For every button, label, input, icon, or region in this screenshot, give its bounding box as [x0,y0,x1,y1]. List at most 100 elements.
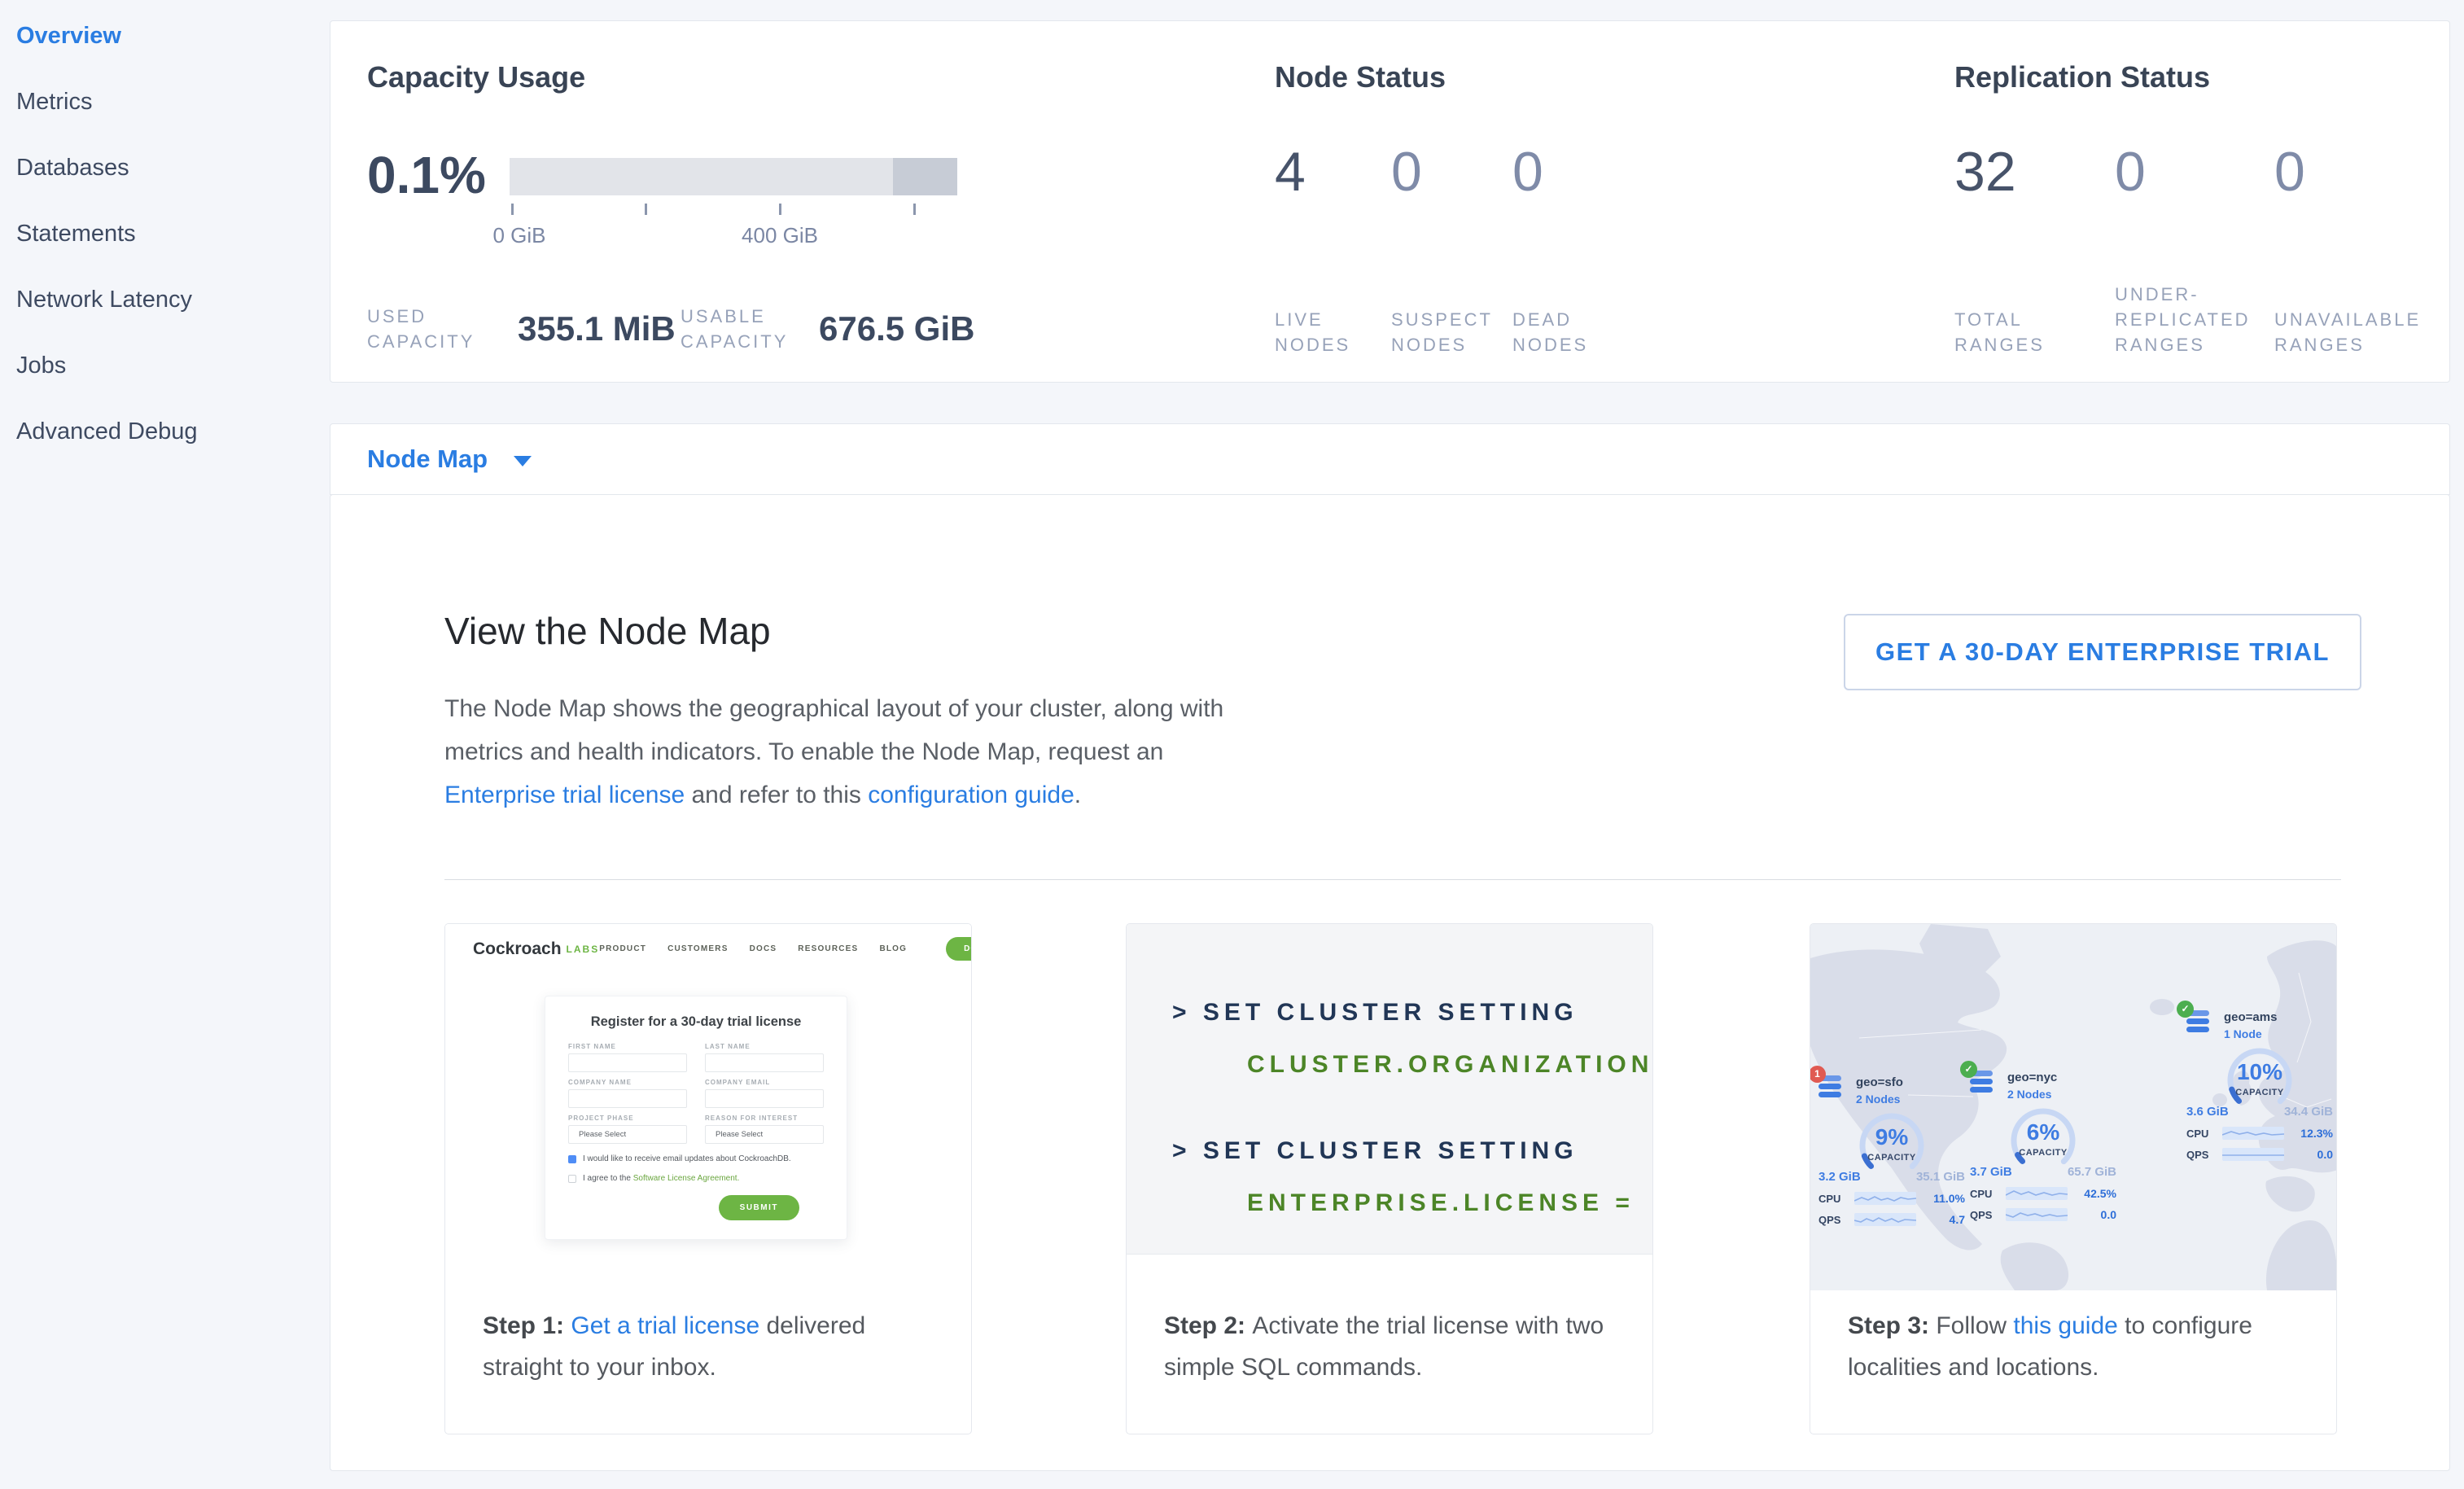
enterprise-trial-button[interactable]: GET A 30-DAY ENTERPRISE TRIAL [1844,614,2361,690]
locality-name: geo=ams [2224,1010,2277,1024]
capacity-axis-label-400: 400 GiB [742,223,818,248]
under-replicated-ranges-value: 0 [2115,140,2146,204]
locality-node-count: 2 Nodes [2007,1088,2057,1101]
capacity-percent: 6% [2006,1119,2081,1145]
enterprise-trial-license-link[interactable]: Enterprise trial license [444,782,685,808]
get-trial-license-link[interactable]: Get a trial license [571,1312,759,1339]
this-guide-link[interactable]: this guide [2013,1312,2117,1339]
sql-setting-line: ENTERPRISE.LICENSE = [1247,1189,1652,1217]
locality-marker-sfo: 1 geo=sfo 2 Nodes 9% [1818,1075,1965,1226]
first-name-field [568,1053,687,1072]
node-map-content-panel: View the Node Map The Node Map shows the… [330,494,2450,1471]
project-phase-select: Please Select [568,1125,687,1144]
sidebar-item-databases[interactable]: Databases [0,142,330,208]
configuration-guide-link[interactable]: configuration guide [868,782,1074,808]
section-divider [444,879,2341,880]
email-updates-checkbox [568,1155,576,1163]
db-console-overview-page: Overview Metrics Databases Statements Ne… [0,0,2464,1489]
email-updates-text: I would like to receive email updates ab… [583,1154,791,1163]
capacity-axis-tick [913,204,916,215]
capacity-label: CAPACITY [1854,1153,1929,1163]
sql-commands-illustration: > SET CLUSTER SETTING CLUSTER.ORGANIZATI… [1127,924,1652,1255]
cpu-value: 11.0% [1933,1192,1965,1205]
cpu-label: CPU [2186,1128,2216,1140]
first-name-label: FIRST NAME [568,1043,687,1050]
sidebar-item-network-latency[interactable]: Network Latency [0,274,330,339]
last-name-label: LAST NAME [705,1043,824,1050]
unavailable-ranges-value: 0 [2274,140,2305,204]
suspect-nodes-label: SUSPECT NODES [1391,307,1489,357]
step-3-caption: Step 3: Follow this guide to configure l… [1848,1305,2305,1388]
capacity-bar [510,158,957,195]
labs-brand-text: LABS [567,944,600,955]
cluster-summary-panel: Capacity Usage 0.1% 0 GiB 400 GiB USED C… [330,20,2450,383]
qps-sparkline [2222,1148,2284,1161]
locality-marker-nyc: ✓ geo=nyc 2 Nodes 6% [1970,1071,2116,1221]
capacity-bar-usable-segment [510,158,893,195]
cpu-label: CPU [1970,1188,1999,1200]
node-status-title: Node Status [1275,60,1446,94]
step-2-card: > SET CLUSTER SETTING CLUSTER.ORGANIZATI… [1126,923,1653,1434]
capacity-axis-tick [779,204,781,215]
software-license-agreement-link: Software License Agreement. [633,1174,740,1183]
locality-node-count: 2 Nodes [1856,1093,1903,1106]
company-name-field [568,1089,687,1108]
sidebar-item-overview[interactable]: Overview [0,10,330,76]
step-1-card: Cockroach LABS PRODUCT CUSTOMERS DOCS RE… [444,923,972,1434]
company-email-label: COMPANY EMAIL [705,1079,824,1086]
live-nodes-value: 4 [1275,140,1306,204]
qps-label: QPS [1970,1209,1999,1221]
node-map-description: The Node Map shows the geographical layo… [444,687,1250,817]
sql-setting-line: CLUSTER.ORGANIZATION = [1247,1051,1652,1079]
chevron-down-icon[interactable] [514,456,532,466]
cpu-value: 42.5% [2084,1187,2116,1200]
trial-license-form: Register for a 30-day trial license FIRS… [545,996,847,1240]
sql-prompt-line: > SET CLUSTER SETTING [1172,1137,1652,1165]
mini-download-button: DOWNLOAD [946,937,971,961]
sidebar-item-statements[interactable]: Statements [0,208,330,274]
sidebar-item-metrics[interactable]: Metrics [0,76,330,142]
cpu-value: 12.3% [2300,1127,2333,1140]
replication-status-title: Replication Status [1954,60,2210,94]
healthy-badge-icon: ✓ [1960,1061,1977,1078]
mini-form-title: Register for a 30-day trial license [568,1014,824,1030]
description-text: and refer to this [685,782,868,808]
mini-nav-product: PRODUCT [599,944,646,953]
usable-capacity-label: USABLE CAPACITY [681,304,803,354]
capacity-gauge: 10% CAPACITY [2222,1043,2297,1118]
qps-sparkline [1854,1213,1916,1226]
project-phase-label: PROJECT PHASE [568,1115,687,1122]
dead-nodes-value: 0 [1512,140,1543,204]
capacity-label: CAPACITY [2006,1148,2081,1158]
capacity-bar-reserved-segment [893,158,957,195]
reason-for-interest-label: REASON FOR INTEREST [705,1115,824,1122]
qps-label: QPS [1818,1214,1848,1226]
description-text: The Node Map shows the geographical layo… [444,695,1223,765]
node-map-view-dropdown[interactable]: Node Map [367,445,488,474]
capacity-axis-tick [511,204,514,215]
sidebar-item-advanced-debug[interactable]: Advanced Debug [0,405,330,471]
database-stack-icon: ✓ [2186,1010,2214,1043]
locality-name: geo=nyc [2007,1071,2057,1084]
company-email-field [705,1089,824,1108]
capacity-gauge: 9% CAPACITY [1854,1108,1929,1183]
capacity-label: CAPACITY [2222,1088,2297,1097]
qps-value: 4.7 [1950,1213,1965,1226]
capacity-gauge: 6% CAPACITY [2006,1103,2081,1178]
capacity-axis-label-0: 0 GiB [492,223,545,248]
mini-nav-blog: BLOG [879,944,907,953]
qps-sparkline [2006,1208,2068,1221]
mini-site-nav: PRODUCT CUSTOMERS DOCS RESOURCES BLOG DO… [599,937,971,961]
sidebar-item-jobs[interactable]: Jobs [0,339,330,405]
capacity-axis-tick [645,204,647,215]
qps-value: 0.0 [2317,1148,2333,1161]
locality-node-count: 1 Node [2224,1027,2277,1040]
locality-marker-ams: ✓ geo=ams 1 Node 10% [2186,1010,2333,1161]
step-3-card: 1 geo=sfo 2 Nodes 9% [1810,923,2337,1434]
mini-nav-resources: RESOURCES [798,944,858,953]
unavailable-ranges-label: UNAVAILABLE RANGES [2274,307,2425,357]
capacity-percent: 10% [2222,1059,2297,1085]
sql-prompt-line: > SET CLUSTER SETTING [1172,999,1652,1027]
total-ranges-value: 32 [1954,140,2016,204]
mini-nav-customers: CUSTOMERS [667,944,729,953]
